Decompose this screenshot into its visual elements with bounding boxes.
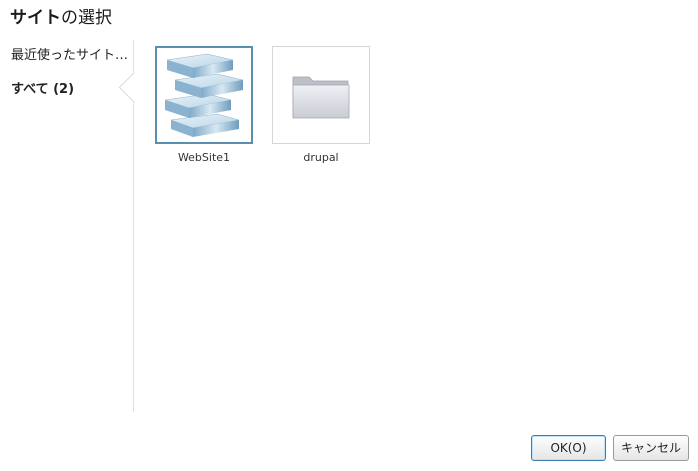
site-tile-website1[interactable] xyxy=(155,46,253,144)
dialog-title-rest: の選択 xyxy=(61,8,112,28)
site-tile-drupal[interactable] xyxy=(272,46,370,144)
dialog-title-bold: サイト xyxy=(10,8,61,28)
cancel-button[interactable]: キャンセル xyxy=(613,435,689,461)
dialog-title: サイトの選択 xyxy=(10,3,112,28)
ok-button[interactable]: OK(O) xyxy=(531,435,606,461)
site-label-website1: WebSite1 xyxy=(177,151,231,164)
sidebar-item-recent-sites[interactable]: 最近使ったサイト… xyxy=(11,44,131,63)
folder-icon xyxy=(292,76,350,119)
website-stack-icon xyxy=(164,53,244,137)
sidebar-item-all-sites[interactable]: すべて (2) xyxy=(11,78,131,97)
pointer-cover xyxy=(134,70,146,104)
site-label-drupal: drupal xyxy=(303,151,339,164)
